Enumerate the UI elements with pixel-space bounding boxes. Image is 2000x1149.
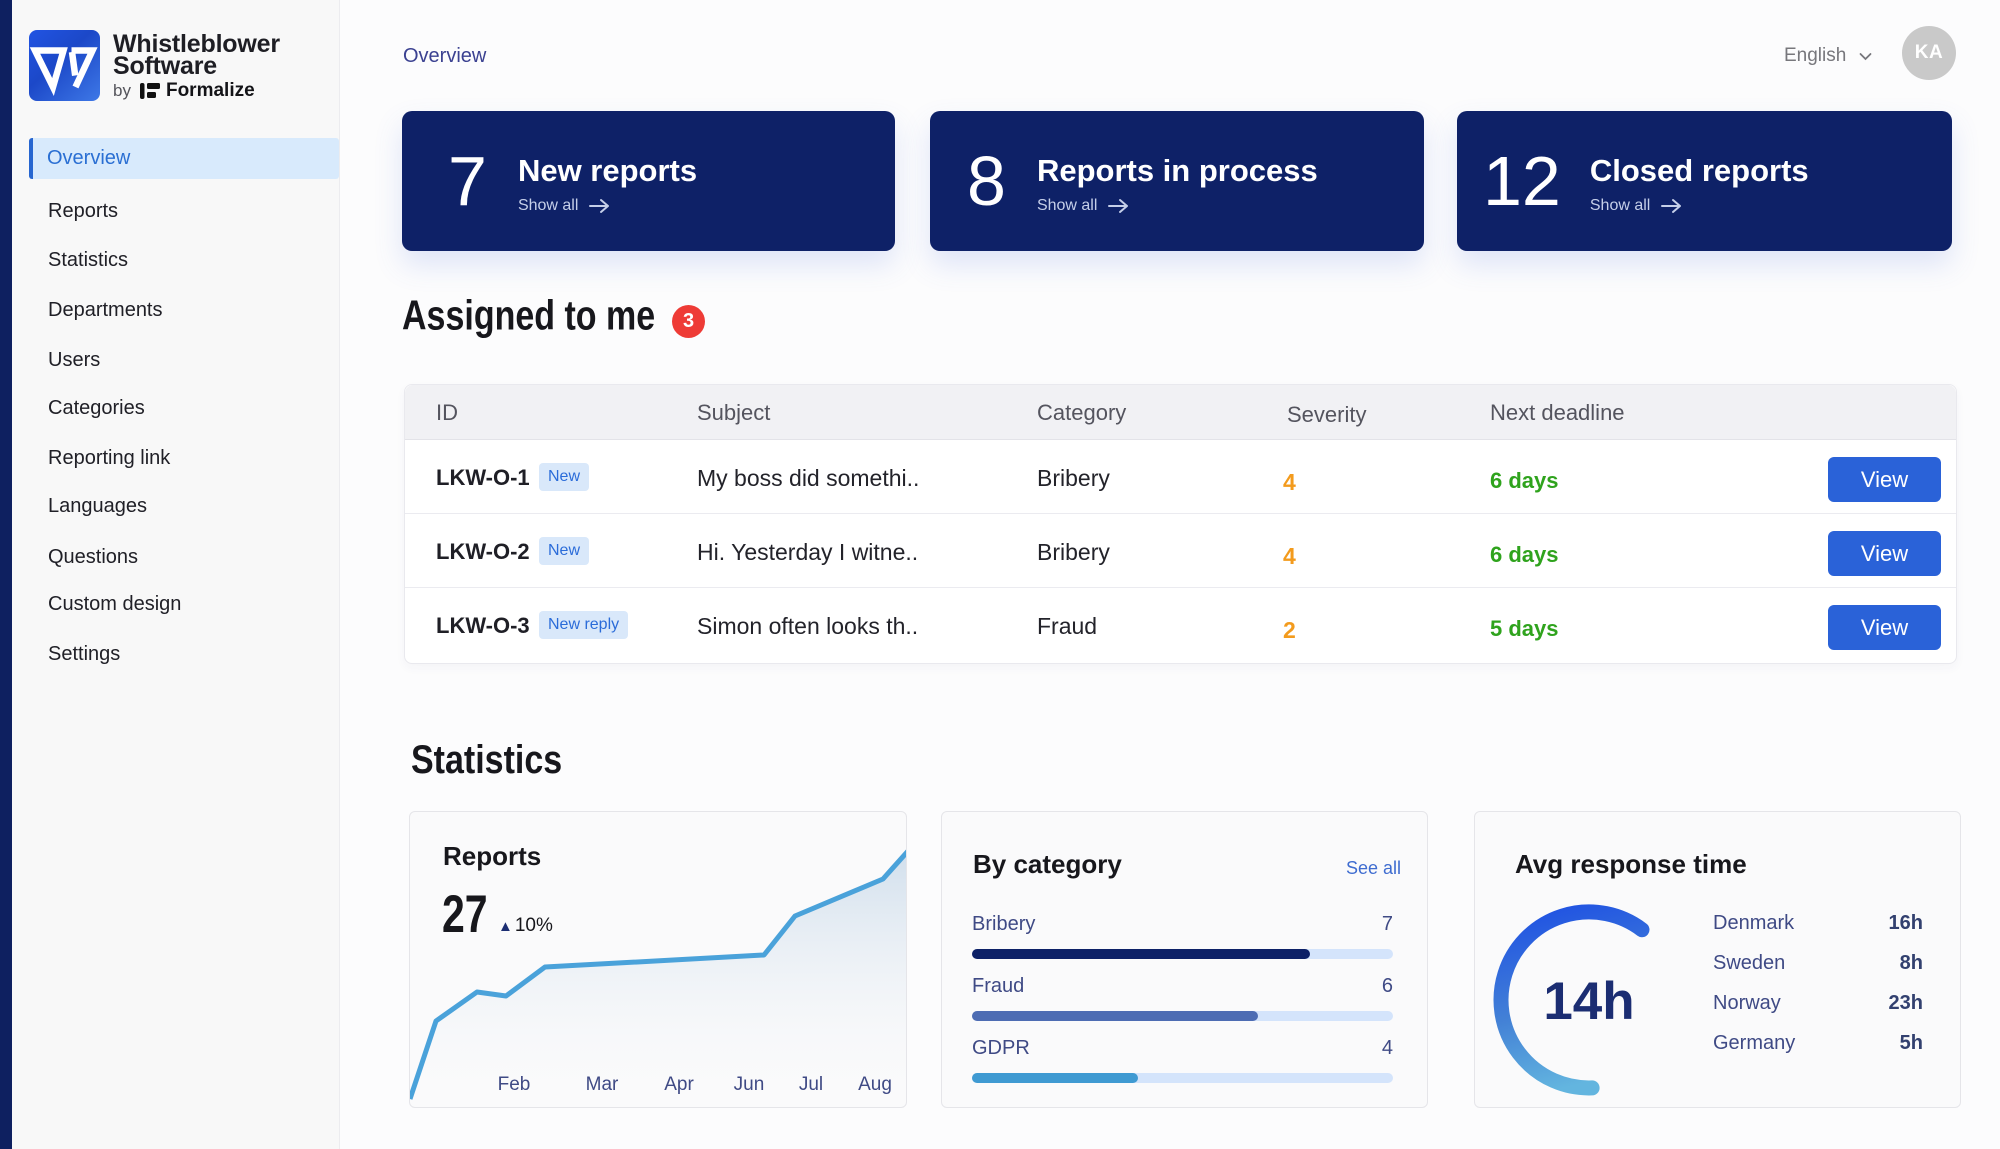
svg-text:14h: 14h — [1543, 972, 1634, 1031]
